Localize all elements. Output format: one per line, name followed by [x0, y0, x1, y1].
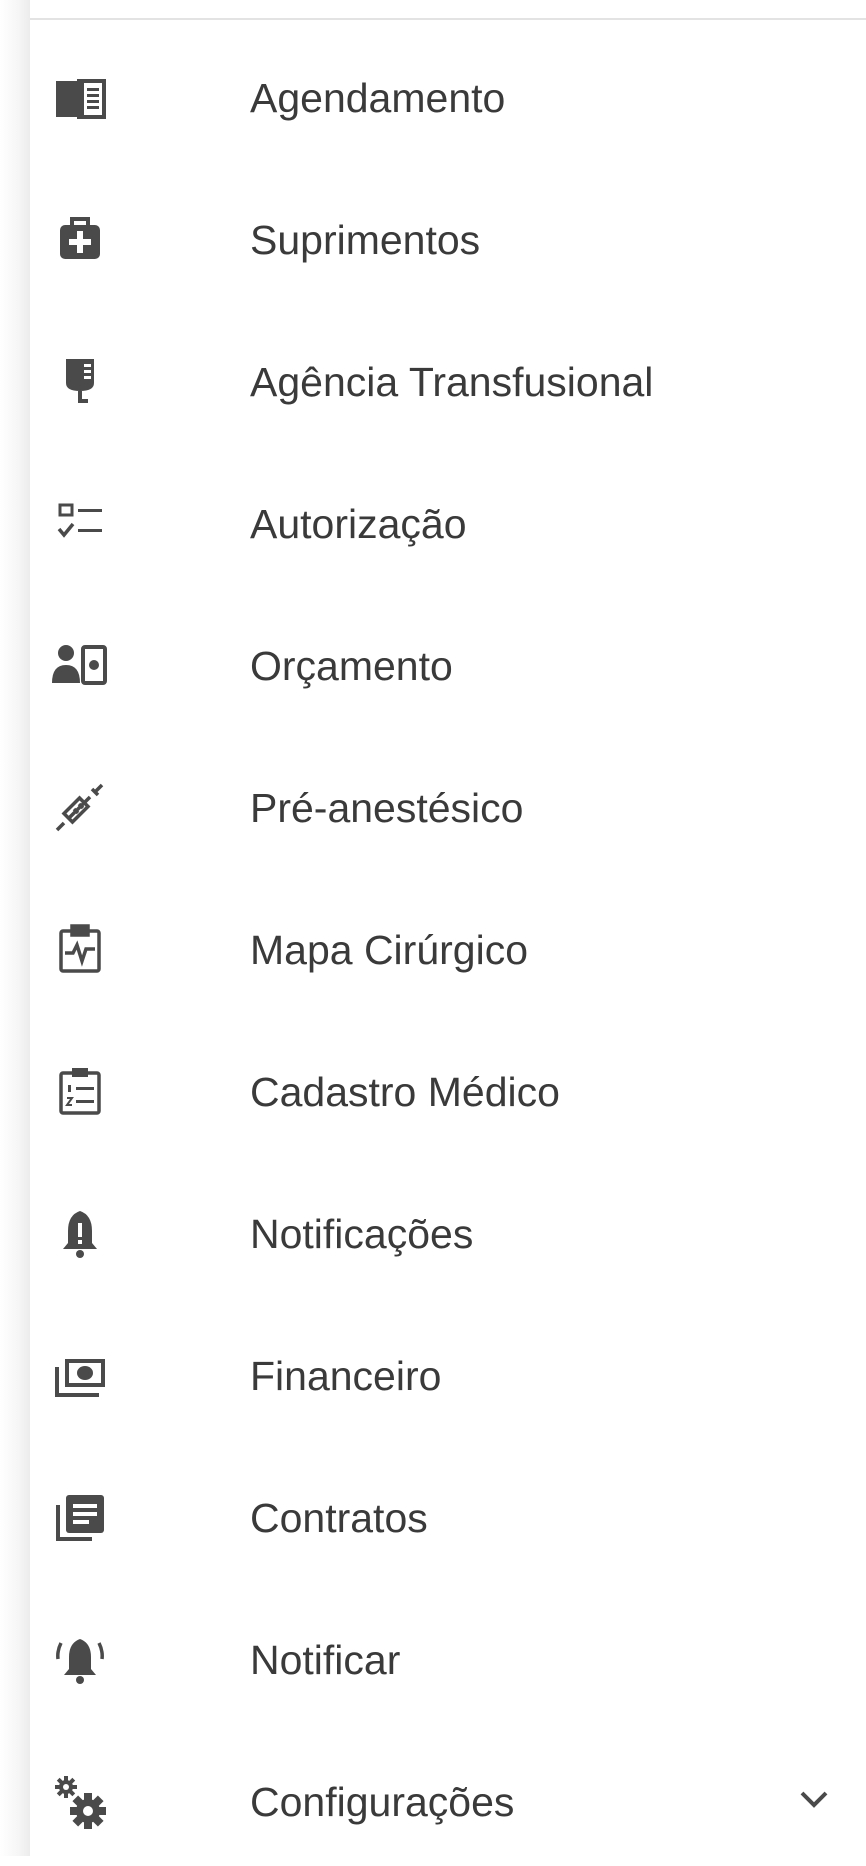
menu-item-contratos[interactable]: Contratos	[30, 1440, 866, 1582]
medical-kit-icon	[52, 211, 108, 267]
chevron-down-icon[interactable]	[794, 1779, 834, 1819]
menu-item-label: Pré-anestésico	[250, 785, 524, 831]
menu-item-label: Configurações	[250, 1779, 515, 1825]
person-cash-icon	[52, 637, 108, 693]
syringe-icon	[52, 779, 108, 835]
menu-item-label: Orçamento	[250, 643, 453, 689]
menu-item-label: Mapa Cirúrgico	[250, 927, 528, 973]
bell-icon	[52, 1205, 108, 1261]
menu-item-orcamento[interactable]: Orçamento	[30, 588, 866, 730]
menu-item-label: Financeiro	[250, 1353, 442, 1399]
book-open-icon	[52, 69, 108, 125]
menu-item-pre-anestesico[interactable]: Pré-anestésico	[30, 730, 866, 872]
menu-item-label: Notificações	[250, 1211, 474, 1257]
menu-item-configuracoes[interactable]: Configurações	[30, 1724, 866, 1866]
menu-item-agendamento[interactable]: Agendamento	[30, 20, 866, 162]
document-stack-icon	[52, 1489, 108, 1545]
bell-ring-icon	[52, 1631, 108, 1687]
drawer-edge-shadow	[0, 0, 30, 1856]
menu-item-financeiro[interactable]: Financeiro	[30, 1298, 866, 1440]
menu-item-cadastro-medico[interactable]: Cadastro Médico	[30, 1014, 866, 1156]
blood-bag-icon	[52, 353, 108, 409]
clipboard-list-icon	[52, 1063, 108, 1119]
menu-item-agencia-transfusional[interactable]: Agência Transfusional	[30, 304, 866, 446]
menu-item-label: Agência Transfusional	[250, 359, 654, 405]
gears-icon	[52, 1773, 108, 1829]
menu-item-label: Autorização	[250, 501, 467, 547]
clipboard-pulse-icon	[52, 921, 108, 977]
menu-item-label: Cadastro Médico	[250, 1069, 560, 1115]
menu-item-notificacoes[interactable]: Notificações	[30, 1156, 866, 1298]
menu-item-mapa-cirurgico[interactable]: Mapa Cirúrgico	[30, 872, 866, 1014]
menu-item-label: Notificar	[250, 1637, 401, 1683]
checklist-icon	[52, 495, 108, 551]
menu-item-suprimentos[interactable]: Suprimentos	[30, 162, 866, 304]
menu-list: Agendamento Suprimentos Agência Transfus…	[30, 20, 866, 1866]
menu-item-autorizacao[interactable]: Autorização	[30, 446, 866, 588]
menu-item-label: Suprimentos	[250, 217, 481, 263]
navigation-drawer: Agendamento Suprimentos Agência Transfus…	[0, 0, 866, 1856]
cash-stack-icon	[52, 1347, 108, 1403]
menu-item-notificar[interactable]: Notificar	[30, 1582, 866, 1724]
menu-item-label: Contratos	[250, 1495, 428, 1541]
menu-item-label: Agendamento	[250, 75, 506, 121]
